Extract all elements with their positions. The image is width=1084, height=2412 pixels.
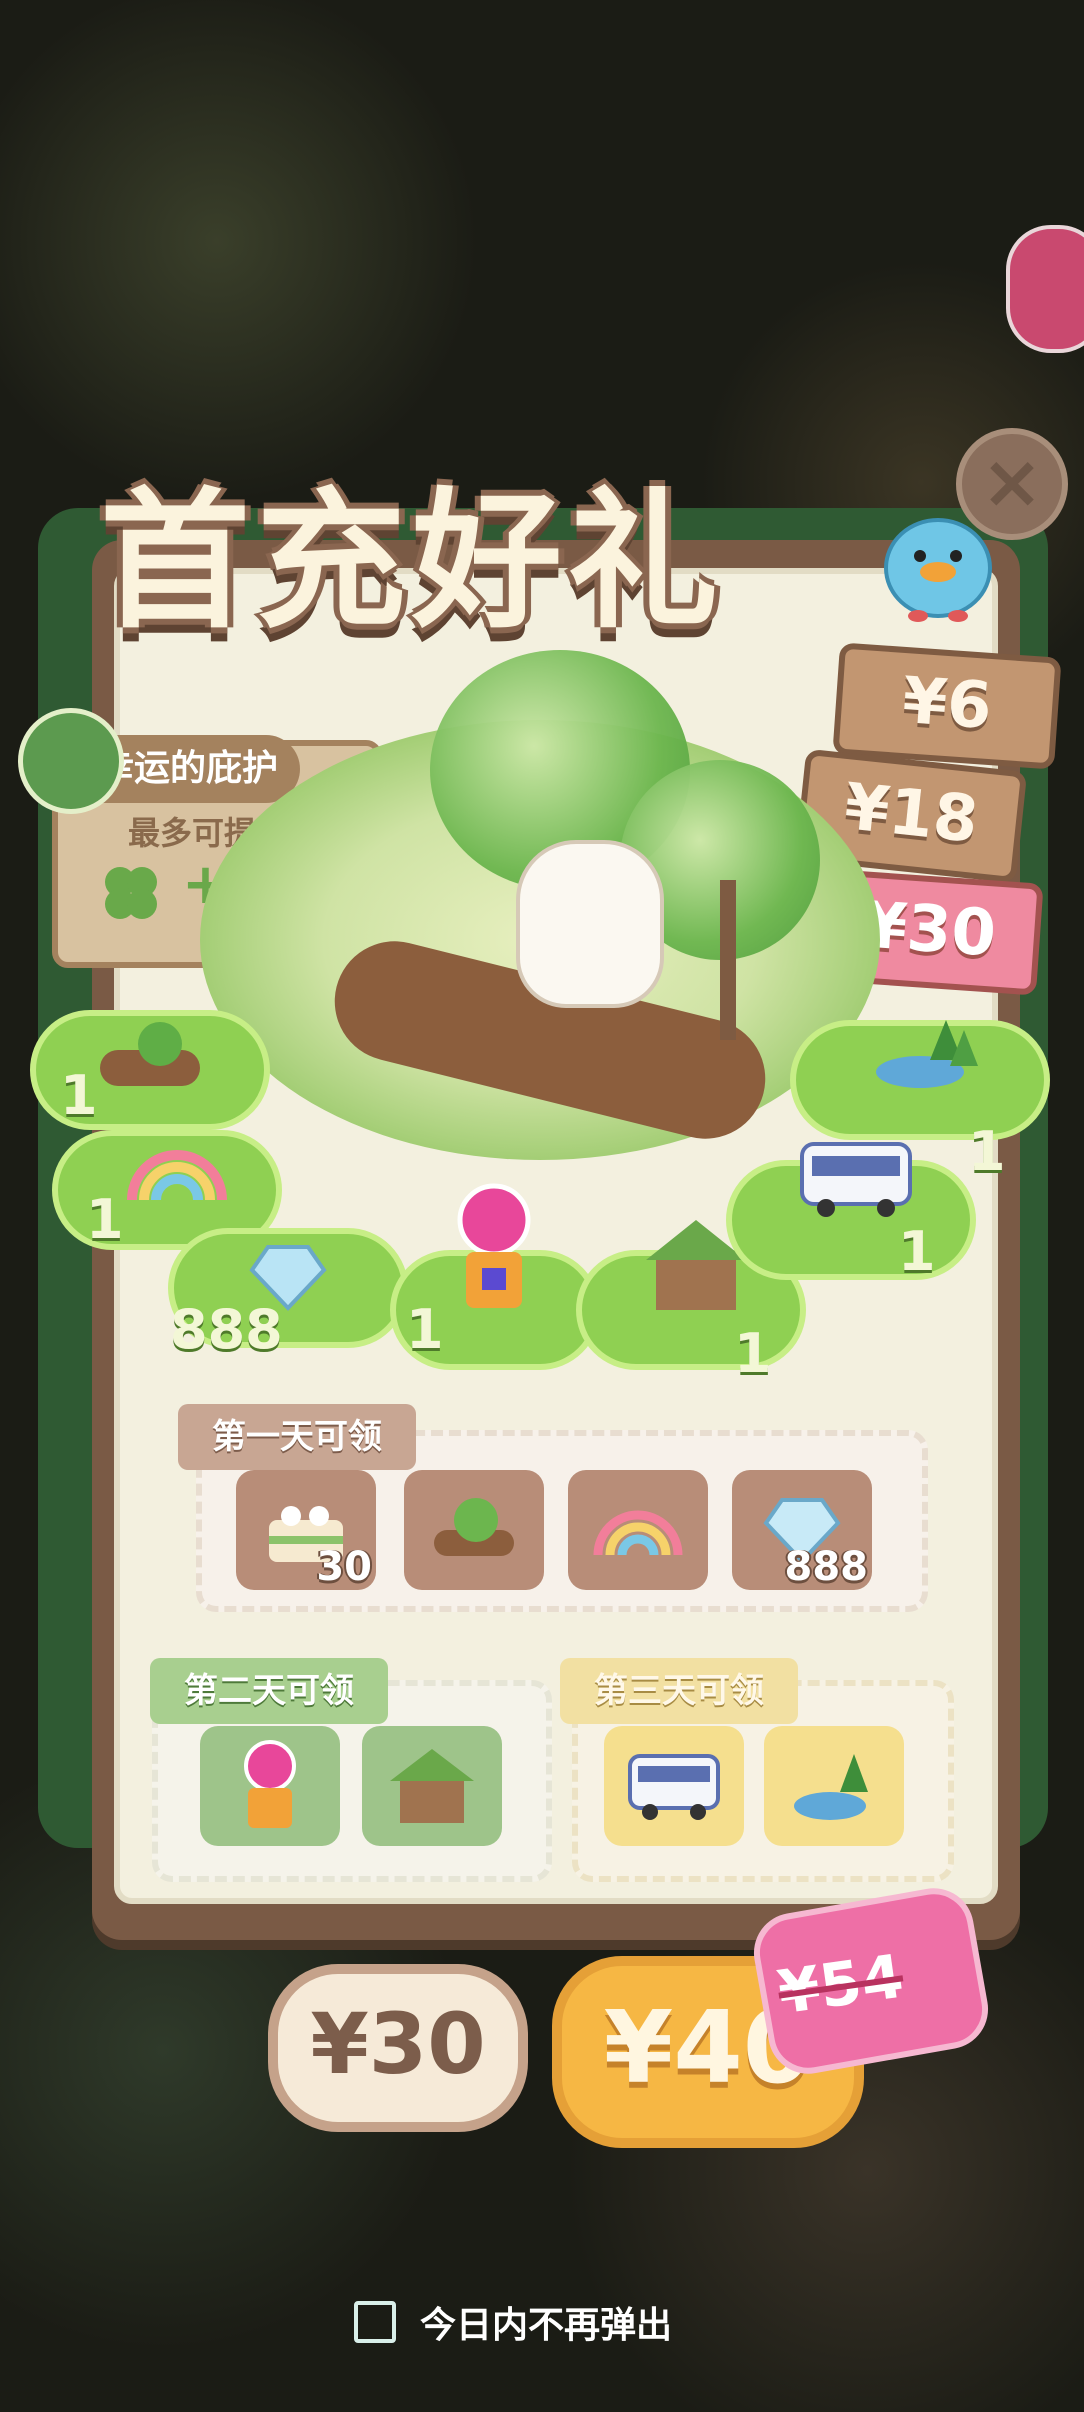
bear-character-icon [516, 840, 664, 1008]
day1-slot-cake: 30 [236, 1470, 376, 1590]
day1-slot-rainbow [568, 1470, 708, 1590]
gumball-machine-icon [457, 1183, 531, 1308]
pond-icon [794, 1754, 868, 1820]
lucky-bag-icon [18, 708, 124, 814]
pond-icon [876, 1020, 978, 1088]
rainbow-icon [593, 1510, 683, 1556]
no-show-today-row[interactable]: 今日内不再弹出 [354, 2296, 672, 2348]
log-icon [100, 1022, 200, 1086]
day1-diamond-qty: 888 [784, 1544, 869, 1590]
island-pond: 1 [790, 1020, 1050, 1190]
item-count: 1 [734, 1322, 772, 1385]
day2-slot-gumball [200, 1726, 340, 1846]
item-count: 1 [898, 1220, 936, 1283]
item-count: 1 [968, 1120, 1006, 1183]
clover-icon [105, 867, 157, 919]
day1-slot-diamond: 888 [732, 1470, 872, 1590]
day3-ribbon: 第三天可领 [560, 1658, 798, 1724]
pay-30-button[interactable]: ¥30 [268, 1964, 528, 2132]
item-count: 1 [60, 1064, 98, 1127]
no-show-label: 今日内不再弹出 [420, 2305, 673, 2346]
island-gumball: 1 [390, 1183, 600, 1420]
price-tier-6-sign[interactable]: ¥6 [832, 642, 1062, 770]
rainbow-icon [127, 1150, 227, 1201]
day1-cake-qty: 30 [316, 1544, 372, 1590]
day1-ribbon: 第一天可领 [178, 1404, 416, 1470]
signpost-icon [720, 880, 736, 1040]
log-icon [434, 1498, 514, 1556]
day3-slot-bus [604, 1726, 744, 1846]
island-diamond: 888 [168, 1228, 408, 1398]
wood-hut-icon [390, 1749, 474, 1823]
side-event-badge[interactable] [1006, 225, 1084, 353]
bus-icon [628, 1754, 720, 1820]
page-title: 首充好礼 [100, 473, 725, 649]
no-show-checkbox[interactable] [354, 2301, 396, 2343]
item-count: 1 [406, 1298, 444, 1361]
item-count: 888 [170, 1298, 283, 1361]
gumball-machine-icon [244, 1740, 296, 1828]
item-count: 1 [86, 1188, 124, 1251]
day1-slot-log [404, 1470, 544, 1590]
day3-slot-pond [764, 1726, 904, 1846]
day2-slot-hut [362, 1726, 502, 1846]
day2-ribbon: 第二天可领 [150, 1658, 388, 1724]
duck-mascot-icon [884, 518, 992, 622]
